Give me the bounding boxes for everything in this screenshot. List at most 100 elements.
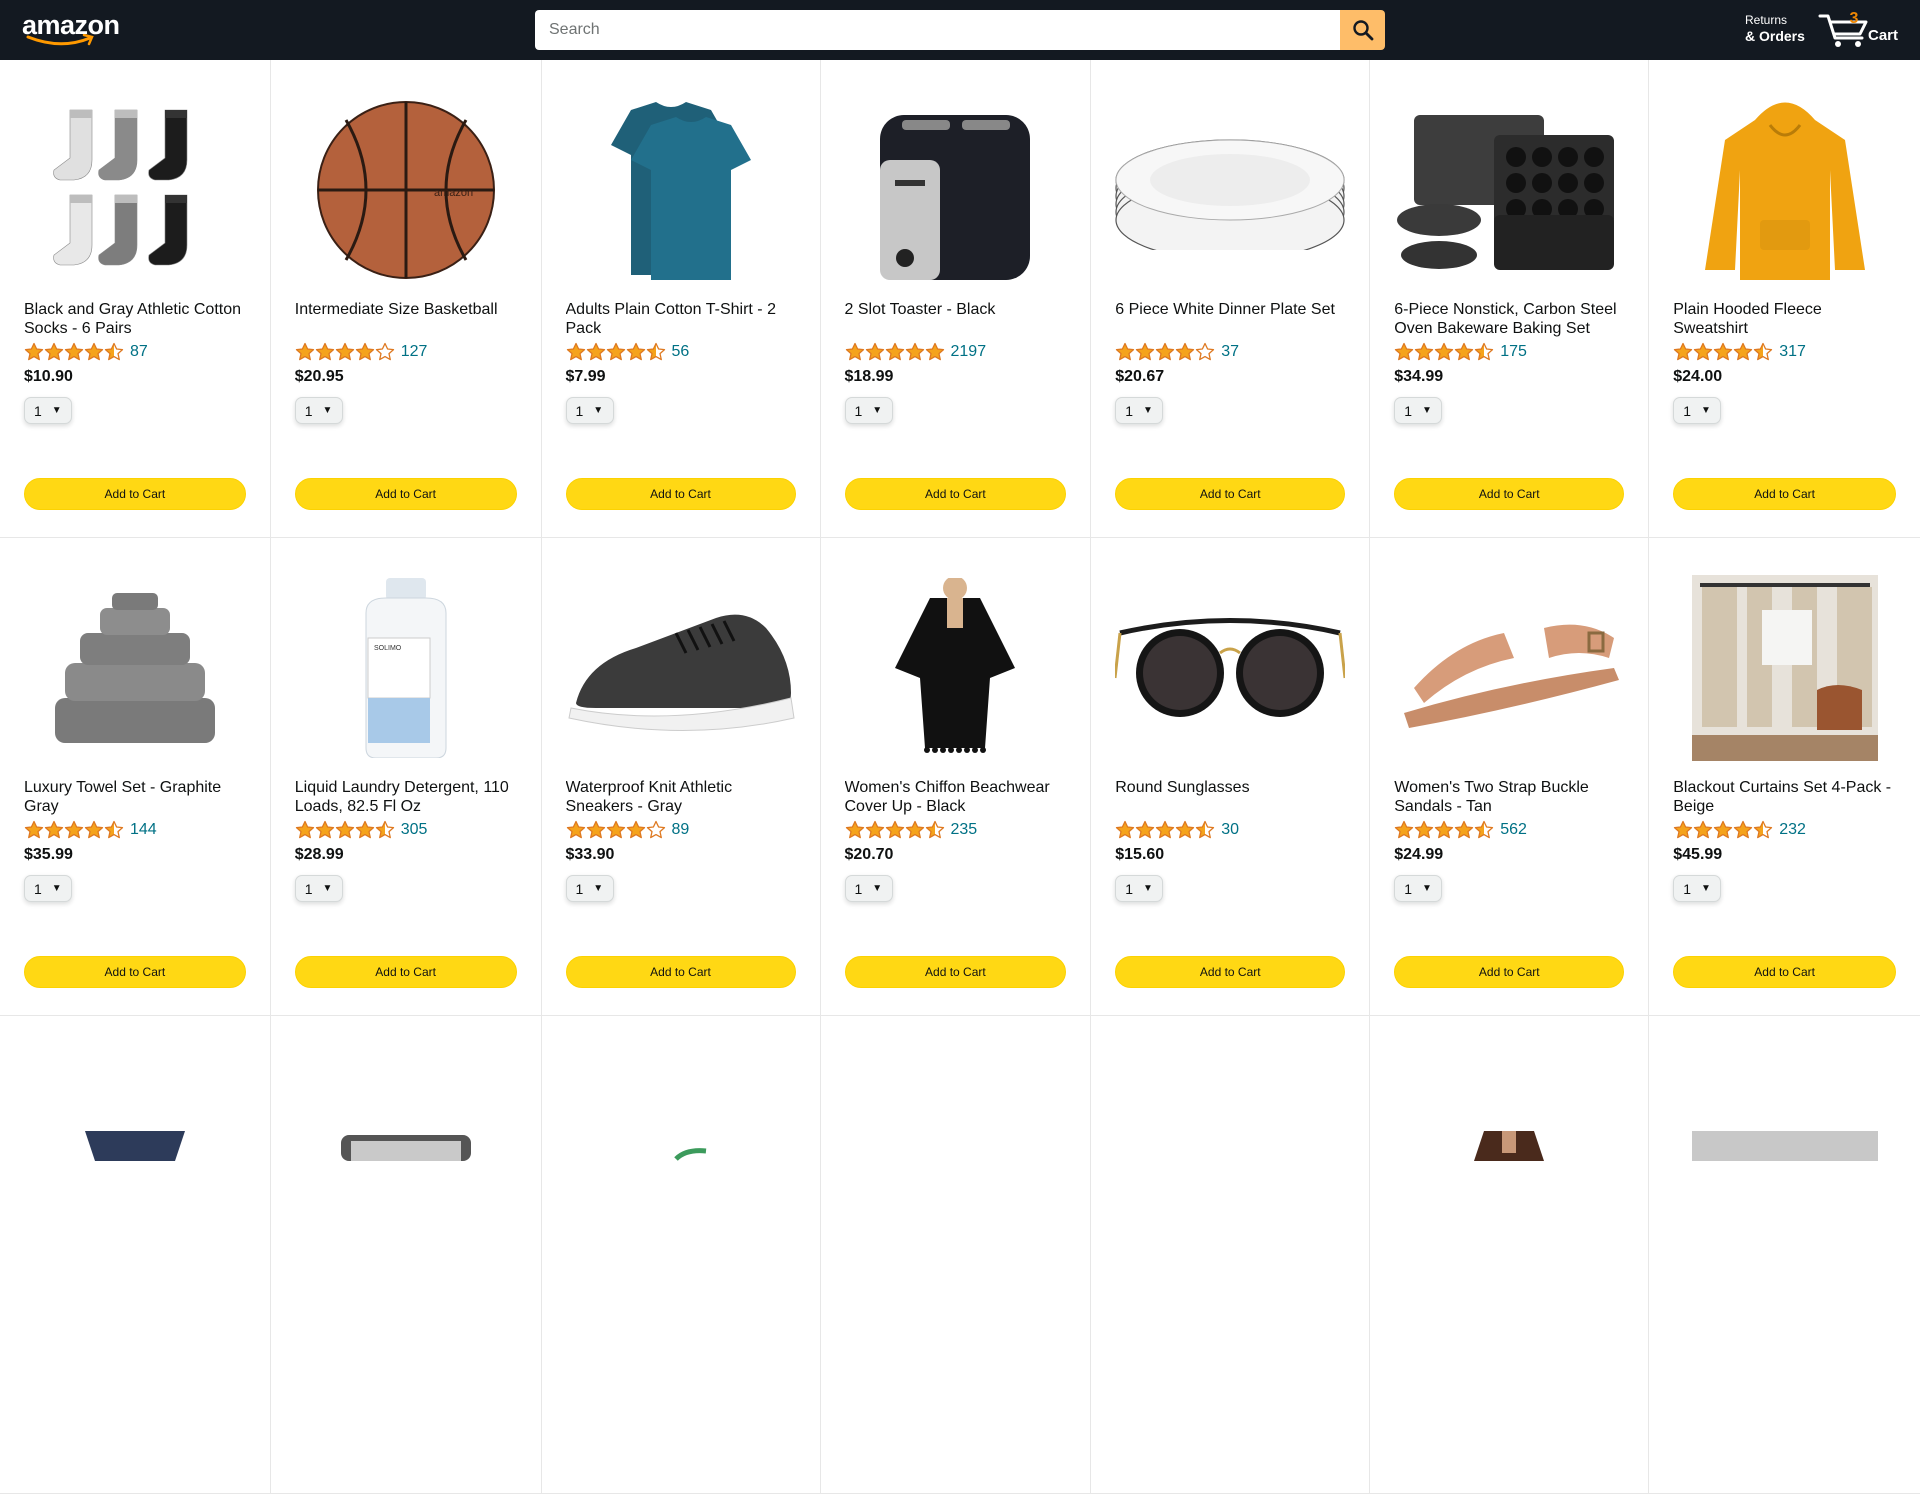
quantity-select[interactable]: 1 ▼ (294, 397, 343, 424)
add-to-cart-button[interactable]: Add to Cart (1673, 956, 1896, 988)
product-image[interactable] (566, 1056, 796, 1236)
product-image[interactable] (24, 578, 246, 758)
quantity-select[interactable]: 1 ▼ (844, 875, 893, 902)
rating-count-link[interactable]: 56 (672, 343, 690, 361)
amazon-logo[interactable]: amazon (22, 12, 124, 46)
rating-count-link[interactable]: 562 (1500, 821, 1527, 839)
quantity-value: 1 (1404, 402, 1413, 419)
rating-count-link[interactable]: 144 (130, 821, 157, 839)
quantity-select[interactable]: 1 ▼ (1115, 397, 1164, 424)
product-title: 6 Piece White Dinner Plate Set (1115, 301, 1335, 318)
product-card (1091, 1016, 1371, 1494)
add-to-cart-button[interactable]: Add to Cart (844, 478, 1067, 510)
add-to-cart-button[interactable]: Add to Cart (294, 478, 517, 510)
product-price: $34.99 (1394, 368, 1444, 385)
product-rating: 127 (295, 339, 517, 365)
product-image[interactable] (295, 1056, 517, 1236)
star-icon (1395, 342, 1414, 361)
rating-count-link[interactable]: 317 (1779, 343, 1806, 361)
rating-count-link[interactable]: 30 (1221, 821, 1239, 839)
product-image[interactable] (1673, 575, 1896, 761)
product-price: $28.99 (294, 846, 344, 863)
rating-count-link[interactable]: 87 (130, 343, 148, 361)
search-button[interactable] (1340, 10, 1385, 50)
star-icon (1395, 820, 1414, 839)
rating-stars (1673, 820, 1773, 840)
quantity-select[interactable]: 1 ▼ (24, 397, 72, 424)
star-icon (1435, 342, 1454, 361)
star-icon (1475, 820, 1494, 839)
quantity-select[interactable]: 1 ▼ (1394, 875, 1443, 902)
rating-count-link[interactable]: 175 (1500, 343, 1527, 361)
add-to-cart-button[interactable]: Add to Cart (1115, 478, 1346, 510)
search-input[interactable] (535, 10, 1340, 50)
quantity-select[interactable]: 1 ▼ (1394, 397, 1443, 424)
add-to-cart-button[interactable]: Add to Cart (1115, 956, 1346, 988)
quantity-select[interactable]: 1 ▼ (565, 397, 614, 424)
star-icon (845, 342, 864, 361)
product-card: Luxury Towel Set - Graphite Gray 144 $35… (0, 538, 271, 1016)
product-price: $24.00 (1673, 368, 1723, 385)
quantity-select[interactable]: 1 ▼ (844, 397, 893, 424)
quantity-select[interactable]: 1 ▼ (1673, 875, 1722, 902)
quantity-select[interactable]: 1 ▼ (1673, 397, 1722, 424)
add-to-cart-button[interactable]: Add to Cart (294, 956, 517, 988)
add-to-cart-button[interactable]: Add to Cart (24, 956, 246, 988)
product-price: $7.99 (565, 368, 606, 385)
rating-count-link[interactable]: 232 (1779, 821, 1806, 839)
product-rating: 175 (1394, 339, 1624, 365)
product-image[interactable]: amazon (295, 100, 517, 280)
star-icon (1674, 342, 1693, 361)
quantity-select[interactable]: 1 ▼ (1115, 875, 1164, 902)
star-icon (1435, 820, 1454, 839)
rating-count-link[interactable]: 89 (672, 821, 690, 839)
rating-count-link[interactable]: 37 (1221, 343, 1239, 361)
star-icon (1754, 342, 1773, 361)
product-image[interactable] (1673, 100, 1896, 280)
product-image[interactable] (1673, 1056, 1896, 1236)
add-to-cart-button[interactable]: Add to Cart (565, 956, 796, 988)
star-icon (865, 820, 884, 839)
product-image[interactable] (1394, 100, 1624, 280)
add-to-cart-button[interactable]: Add to Cart (1394, 478, 1625, 510)
product-image[interactable] (845, 578, 1067, 758)
rating-count-link[interactable]: 235 (951, 821, 978, 839)
star-icon (104, 820, 124, 839)
add-to-cart-button[interactable]: Add to Cart (1673, 478, 1896, 510)
rating-count-link[interactable]: 127 (401, 343, 428, 361)
rating-count-link[interactable]: 2197 (951, 343, 987, 361)
product-image[interactable] (24, 1056, 246, 1236)
quantity-select[interactable]: 1 ▼ (294, 875, 343, 902)
product-image[interactable] (845, 100, 1067, 280)
quantity-select[interactable]: 1 ▼ (565, 875, 614, 902)
rating-stars (845, 342, 945, 362)
add-to-cart-button[interactable]: Add to Cart (844, 956, 1067, 988)
add-to-cart-button[interactable]: Add to Cart (24, 478, 246, 510)
cart-button[interactable]: 3 Cart (1818, 10, 1913, 50)
product-image[interactable] (1115, 100, 1345, 280)
product-image[interactable] (845, 1056, 1067, 1236)
star-icon (375, 820, 394, 839)
quantity-select[interactable]: 1 ▼ (24, 875, 72, 902)
returns-orders-link[interactable]: Returns & Orders (1745, 12, 1805, 44)
product-image[interactable] (1115, 1056, 1345, 1236)
product-rating: 305 (295, 817, 517, 843)
product-image[interactable]: SOLIMO (295, 578, 517, 758)
star-icon (1694, 342, 1713, 361)
star-icon (885, 342, 904, 361)
add-to-cart-button[interactable]: Add to Cart (565, 478, 796, 510)
product-image[interactable] (566, 578, 796, 758)
product-title: Intermediate Size Basketball (294, 301, 498, 318)
star-icon (295, 342, 314, 361)
chevron-down-icon: ▼ (51, 405, 62, 416)
product-image[interactable] (24, 100, 246, 280)
product-image[interactable] (566, 100, 796, 280)
product-image[interactable] (1115, 578, 1346, 758)
add-to-cart-button[interactable]: Add to Cart (1394, 956, 1625, 988)
product-image[interactable] (1394, 1056, 1624, 1236)
cart-label: Cart (1868, 27, 1899, 44)
product-image[interactable] (1394, 578, 1624, 758)
quantity-value: 1 (1125, 880, 1134, 897)
rating-count-link[interactable]: 305 (401, 821, 428, 839)
star-icon (355, 820, 374, 839)
